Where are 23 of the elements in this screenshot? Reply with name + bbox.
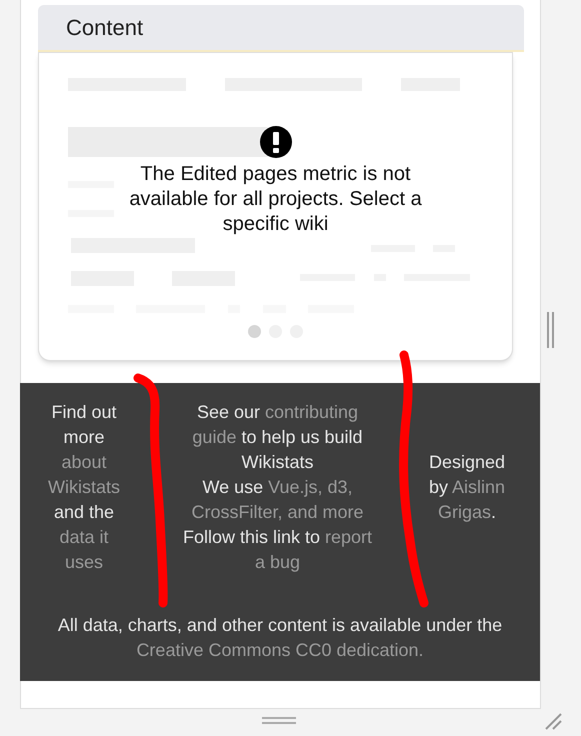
footer-text: Designed by Aislinn Grigas. (428, 451, 506, 524)
footer-link[interactable]: report (325, 527, 372, 547)
scroll-handle-icon[interactable] (546, 312, 556, 348)
footer-link[interactable]: contributing (264, 402, 358, 422)
footer-link[interactable]: Grigas (438, 502, 491, 522)
footer-link[interactable]: about (61, 452, 107, 472)
footer-link[interactable]: guide (192, 427, 236, 447)
panel-title: Content (66, 14, 144, 42)
error-message: The Edited pages metric is not available for all projects. Select a specific wiki (128, 162, 423, 237)
footer-text: Find out more about Wikistats and the data it uses (47, 401, 121, 574)
footer-link[interactable]: CrossFilter, and more (191, 502, 364, 522)
footer-link[interactable]: Creative Commons CC0 dedication. (136, 640, 424, 660)
footer-link[interactable]: a bug (254, 552, 300, 572)
alert-icon (260, 126, 292, 158)
footer-link[interactable]: data it (59, 527, 109, 547)
footer-link[interactable]: Vue.js, d3, (268, 477, 353, 497)
footer-link[interactable]: Aislinn (452, 477, 506, 497)
footer-link[interactable]: uses (64, 552, 104, 572)
resize-grip-icon[interactable] (544, 712, 562, 730)
license-text: All data, charts, and other content is available under the Creative Commons CC0 dedication. (56, 614, 504, 662)
footer-link[interactable]: Wikistats (48, 477, 120, 497)
drag-handle-icon[interactable] (262, 717, 298, 725)
footer-text: See our contributing guide to help us build Wikistats We use Vue.js, d3, CrossFilter, and more Follow this link to report a bug (182, 401, 374, 574)
